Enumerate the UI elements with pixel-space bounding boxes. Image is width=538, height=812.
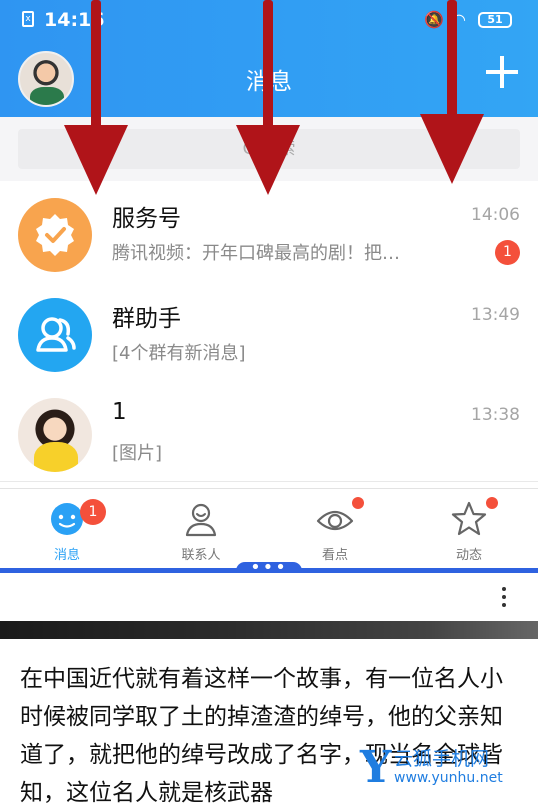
tab-dot-badge: [352, 497, 364, 509]
conversation-time: 13:38: [471, 405, 520, 425]
contact-person-icon: [185, 503, 217, 537]
tab-label: 看点: [321, 548, 348, 563]
group-helper-avatar: [18, 298, 92, 372]
tab-kandian[interactable]: 看点: [268, 489, 402, 569]
battery-icon: 51: [478, 12, 512, 28]
conversation-row-service[interactable]: 服务号 腾讯视频：开年口碑最高的剧！把… 14:06 1: [0, 181, 538, 282]
avatar-figure: [34, 442, 78, 472]
conversation-preview: [4个群有新消息]: [112, 343, 246, 364]
service-account-avatar: [18, 198, 92, 272]
more-options-icon[interactable]: [498, 585, 510, 609]
conversation-row-contact[interactable]: 1 [图片] 13:38: [0, 381, 538, 482]
article-image-strip: [0, 621, 538, 639]
plus-icon[interactable]: [482, 52, 522, 92]
star-icon: [451, 501, 487, 536]
tab-messages[interactable]: 1 消息: [0, 489, 134, 569]
badge-check-icon: [36, 214, 74, 256]
tab-label: 消息: [53, 548, 80, 563]
tab-label: 联系人: [181, 548, 221, 563]
watermark-name: 云狐手机网: [394, 748, 490, 770]
conversation-time: 14:06: [471, 205, 520, 225]
conversation-name: 群助手: [112, 306, 181, 332]
conversation-time: 13:49: [471, 305, 520, 325]
tab-badge: 1: [80, 499, 106, 525]
watermark-y-icon: Y: [360, 742, 392, 793]
mute-bell-icon: 🔕: [424, 10, 444, 29]
conversation-name: 1: [112, 399, 127, 425]
watermark-url: www.yunhu.net: [394, 770, 503, 786]
conversation-preview: 腾讯视频：开年口碑最高的剧！把…: [112, 243, 400, 264]
group-users-icon: [36, 317, 76, 352]
sim-icon: x: [22, 11, 34, 27]
watermark-logo: Y 云狐手机网 www.yunhu.net: [360, 742, 530, 794]
tab-label: 动态: [455, 548, 482, 563]
conversation-name: 服务号: [112, 206, 181, 232]
tab-dot-badge: [486, 497, 498, 509]
contact-avatar: [18, 398, 92, 472]
tab-moments[interactable]: 动态: [402, 489, 536, 569]
tab-contacts[interactable]: 联系人: [134, 489, 268, 569]
conversation-row-group-helper[interactable]: 群助手 [4个群有新消息] 13:49: [0, 281, 538, 382]
unread-badge: 1: [495, 240, 520, 265]
eye-icon: [316, 510, 354, 531]
conversation-preview: [图片]: [112, 443, 163, 464]
lower-app-toolbar: [0, 573, 538, 621]
